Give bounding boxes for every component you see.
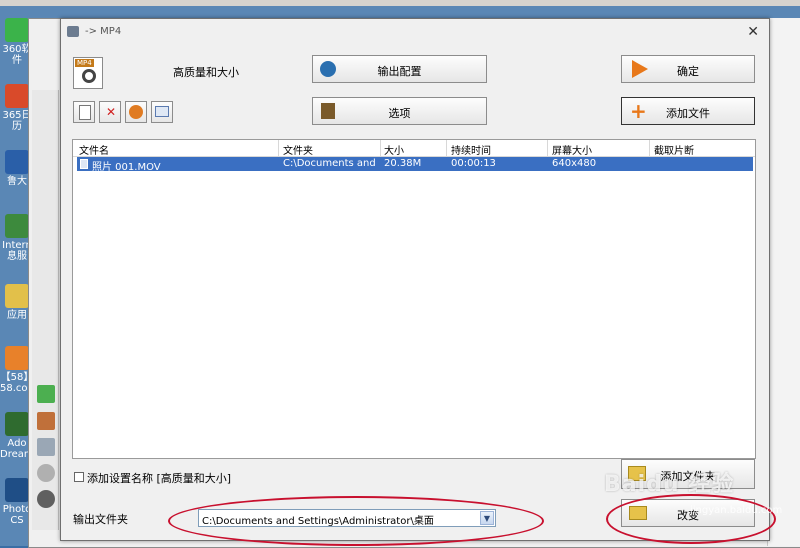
column-separator xyxy=(278,140,279,156)
clear-list-button[interactable]: ✕ xyxy=(99,101,121,123)
dialog-titlebar: -> MP4 ✕ xyxy=(61,19,769,45)
column-header-size[interactable]: 大小 xyxy=(384,142,404,157)
table-row[interactable]: 照片 001.MOV C:\Documents and ... 20.38M 0… xyxy=(77,157,753,173)
dreamweaver-icon xyxy=(5,412,29,436)
video-file-icon xyxy=(80,159,88,169)
column-header-folder[interactable]: 文件夹 xyxy=(283,142,313,157)
app-360-icon xyxy=(5,18,29,42)
mp4-profile-icon: MP4 xyxy=(73,57,103,89)
column-separator xyxy=(547,140,548,156)
app-lu-icon xyxy=(5,150,29,174)
ok-button[interactable]: 确定 xyxy=(621,55,755,83)
column-separator xyxy=(380,140,381,156)
music-icon[interactable] xyxy=(37,385,55,403)
add-folder-button[interactable]: 添加文件夹 xyxy=(621,459,755,489)
remove-item-button[interactable] xyxy=(73,101,95,123)
mp4-tag-icon: MP4 xyxy=(75,59,94,67)
output-folder-dropdown[interactable]: C:\Documents and Settings\Administrator\… xyxy=(198,509,496,527)
column-separator xyxy=(649,140,650,156)
column-header-clip[interactable]: 截取片断 xyxy=(654,142,694,157)
app-window-icon xyxy=(67,26,79,37)
calendar-icon xyxy=(5,84,29,108)
column-separator xyxy=(446,140,447,156)
play-icon xyxy=(129,105,143,119)
column-header-duration[interactable]: 持续时间 xyxy=(451,142,491,157)
add-setting-name-label: 添加设置名称 [高质量和大小] xyxy=(87,472,232,485)
output-folder-label: 输出文件夹 xyxy=(73,513,128,526)
cell-screen-size: 640x480 xyxy=(552,158,597,169)
desktop-top-strip xyxy=(0,0,800,6)
folder-icon xyxy=(5,284,29,308)
play-button[interactable] xyxy=(125,101,147,123)
profile-label: 高质量和大小 xyxy=(173,66,239,79)
picture-icon[interactable] xyxy=(37,412,55,430)
add-setting-name-checkbox[interactable] xyxy=(74,472,84,482)
background-right-panel xyxy=(767,18,800,546)
gear-icon xyxy=(82,69,96,83)
convert-dialog: -> MP4 ✕ MP4 高质量和大小 ✕ 输出配置 选项 确定 + 添加文件 … xyxy=(60,18,770,541)
info-window-icon xyxy=(155,106,169,117)
app-58-icon xyxy=(5,346,29,370)
delete-file-icon xyxy=(79,105,91,120)
output-folder-value: C:\Documents and Settings\Administrator\… xyxy=(202,516,434,527)
close-red-icon: ✕ xyxy=(106,105,117,119)
cell-filename: 照片 001.MOV xyxy=(92,162,161,173)
output-config-button[interactable]: 输出配置 xyxy=(312,55,487,83)
cell-size: 20.38M xyxy=(384,158,422,169)
cell-duration: 00:00:13 xyxy=(451,158,496,169)
add-file-button[interactable]: + 添加文件 xyxy=(621,97,755,125)
column-header-screen-size[interactable]: 屏幕大小 xyxy=(552,142,592,157)
globe-icon xyxy=(5,214,29,238)
column-header-filename[interactable]: 文件名 xyxy=(79,142,109,157)
media-info-button[interactable] xyxy=(151,101,173,123)
dialog-title: -> MP4 xyxy=(85,26,122,37)
document-icon[interactable] xyxy=(37,438,55,456)
photoshop-icon xyxy=(5,478,29,502)
file-list-table[interactable]: 文件名 文件夹 大小 持续时间 屏幕大小 截取片断 照片 001.MOV C:\… xyxy=(72,139,756,459)
cell-folder: C:\Documents and ... xyxy=(283,158,378,169)
chevron-down-icon[interactable]: ▼ xyxy=(480,511,494,525)
table-header: 文件名 文件夹 大小 持续时间 屏幕大小 截取片断 xyxy=(73,140,755,157)
disc-drive-icon[interactable] xyxy=(37,464,55,482)
close-button[interactable]: ✕ xyxy=(747,24,759,40)
change-folder-button[interactable]: 改变 xyxy=(621,499,755,527)
film-reel-icon[interactable] xyxy=(37,490,55,508)
options-button[interactable]: 选项 xyxy=(312,97,487,125)
